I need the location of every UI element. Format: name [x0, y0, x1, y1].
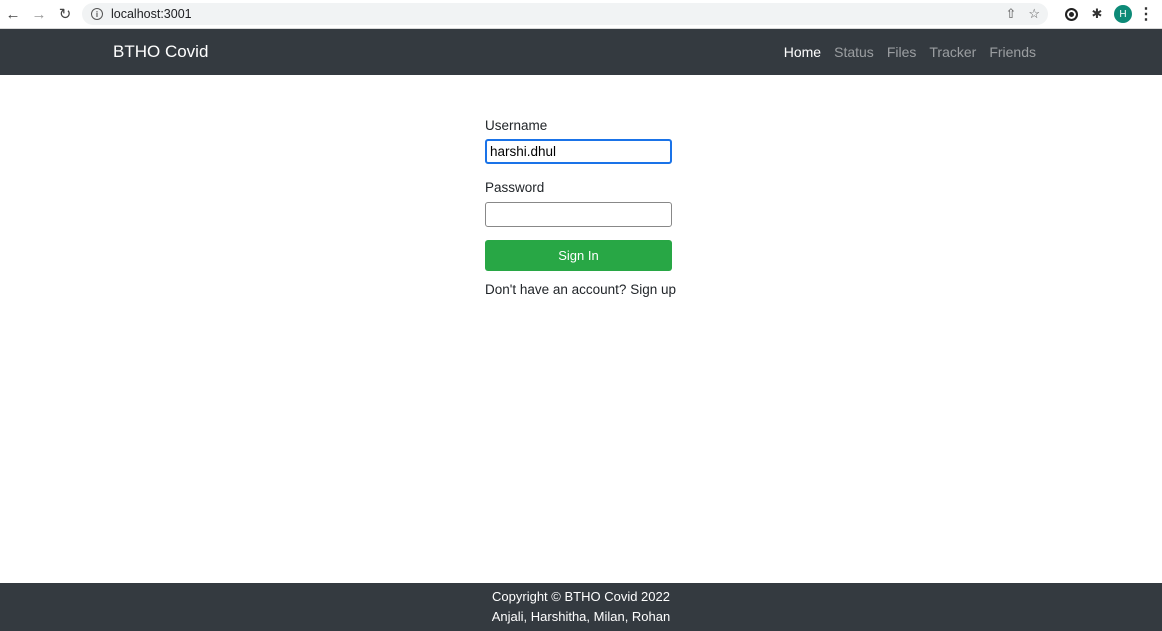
- forward-arrow-icon[interactable]: →: [28, 3, 50, 25]
- signup-prompt-text: Don't have an account?: [485, 282, 627, 297]
- page-footer: Copyright © BTHO Covid 2022 Anjali, Hars…: [0, 583, 1162, 631]
- menu-kebab-icon[interactable]: ⋮: [1138, 3, 1154, 25]
- nav-link-files[interactable]: Files: [887, 44, 917, 60]
- back-arrow-icon[interactable]: ←: [2, 3, 24, 25]
- bookmark-star-icon[interactable]: ☆: [1028, 6, 1040, 22]
- address-bar[interactable]: i localhost:3001 ⇧ ☆: [82, 3, 1048, 25]
- nav-link-friends[interactable]: Friends: [989, 44, 1036, 60]
- share-icon[interactable]: ⇧: [1005, 6, 1016, 22]
- nav-link-status[interactable]: Status: [834, 44, 874, 60]
- username-input[interactable]: [485, 139, 672, 164]
- nav-link-home[interactable]: Home: [784, 44, 821, 60]
- puzzle-extensions-icon[interactable]: ✱: [1086, 3, 1108, 25]
- browser-toolbar: ← → ↻ i localhost:3001 ⇧ ☆ ✱ H ⋮: [0, 0, 1162, 29]
- profile-avatar[interactable]: H: [1114, 5, 1132, 23]
- footer-authors: Anjali, Harshitha, Milan, Rohan: [491, 609, 671, 624]
- brand-logo-text[interactable]: BTHO Covid: [113, 42, 208, 62]
- extension-icon[interactable]: [1060, 3, 1082, 25]
- info-icon[interactable]: i: [91, 8, 103, 20]
- footer-copyright: Copyright © BTHO Covid 2022: [492, 589, 670, 604]
- nav-links: Home Status Files Tracker Friends: [784, 44, 1036, 60]
- reload-icon[interactable]: ↻: [54, 3, 76, 25]
- signup-prompt-line: Don't have an account? Sign up: [485, 282, 676, 297]
- sign-in-button[interactable]: Sign In: [485, 240, 672, 271]
- url-text[interactable]: localhost:3001: [111, 7, 192, 21]
- password-label: Password: [485, 180, 545, 195]
- nav-link-tracker[interactable]: Tracker: [929, 44, 976, 60]
- login-form: Username Password Sign In Don't have an …: [485, 118, 676, 297]
- username-label: Username: [485, 118, 548, 133]
- password-input[interactable]: [485, 202, 672, 227]
- sign-up-link[interactable]: Sign up: [630, 282, 676, 297]
- app-navbar: BTHO Covid Home Status Files Tracker Fri…: [0, 29, 1162, 75]
